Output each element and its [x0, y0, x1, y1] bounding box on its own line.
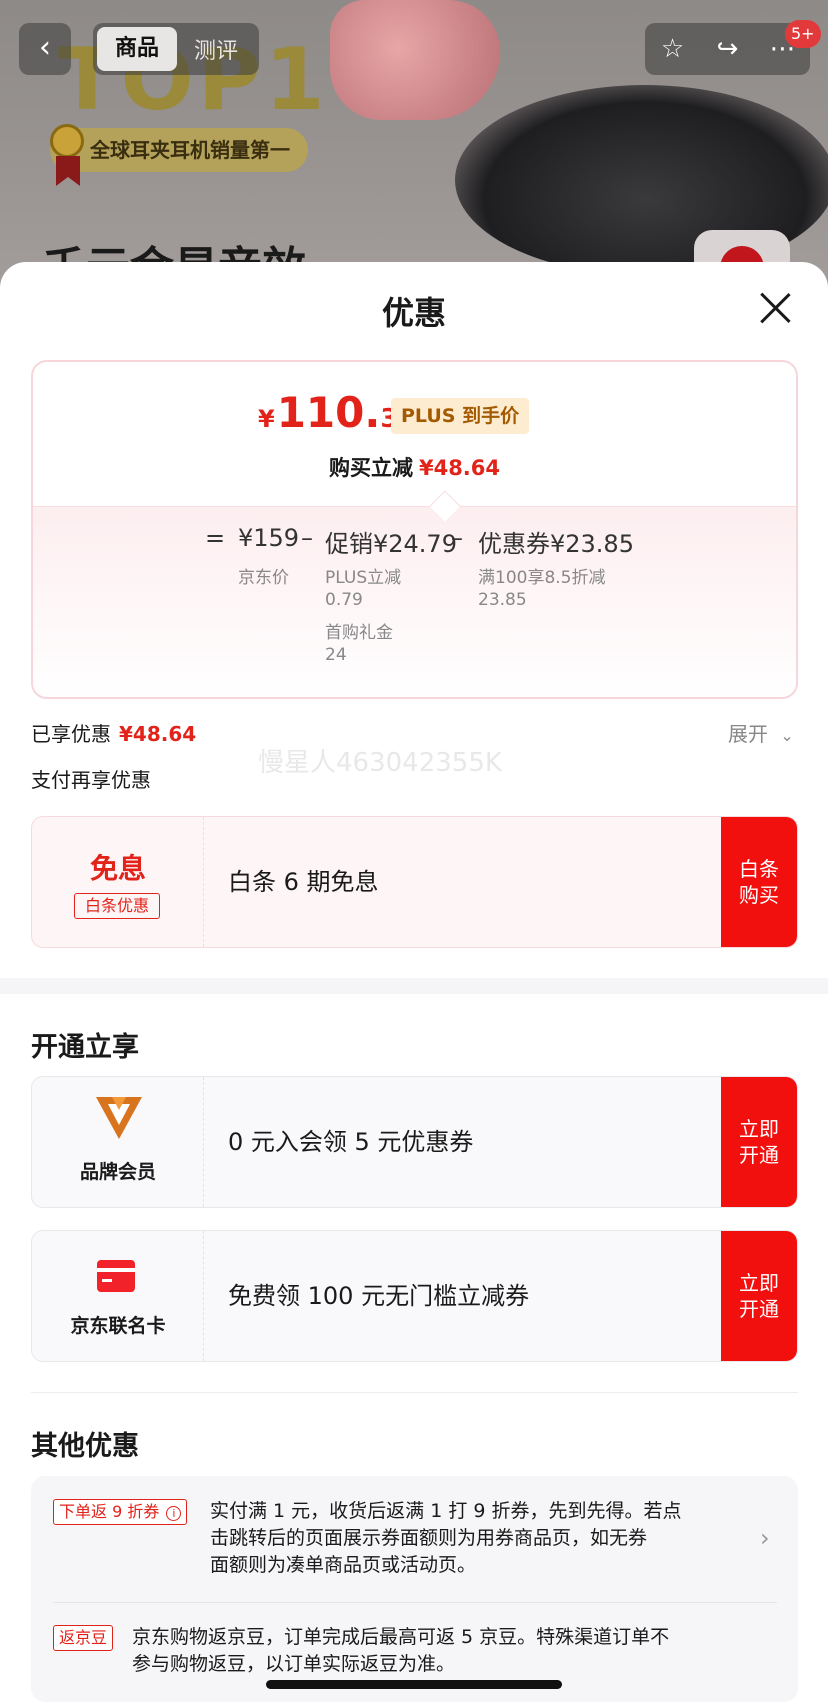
- info-icon[interactable]: i: [166, 1506, 182, 1521]
- save-line: 购买立减 ¥48.64: [33, 452, 796, 482]
- share-icon[interactable]: ↪: [708, 34, 748, 64]
- text-line: 击跳转后的页面展示券面额则为用券商品页，如无券: [210, 1527, 648, 1549]
- offer-badge-area: 免息 白条优惠: [32, 817, 204, 947]
- top-tab-switch: 商品 测评: [93, 23, 259, 75]
- open-section-title: 开通立享: [31, 1032, 139, 1063]
- cta-line: 立即: [739, 1271, 779, 1295]
- chevron-down-icon: ⌄: [780, 726, 794, 745]
- medal-icon: [50, 124, 84, 158]
- expand-toggle[interactable]: 展开 ⌄: [728, 718, 794, 747]
- other-section-title: 其他优惠: [31, 1431, 139, 1462]
- save-label: 购买立减: [328, 456, 413, 480]
- promo-detail-plus-label: PLUS立减: [325, 568, 402, 588]
- promo-detail-first-value: 24: [325, 645, 347, 665]
- message-badge: 5+: [785, 20, 821, 48]
- baitiao-offer-card: 免息 白条优惠 白条 6 期免息 白条 购买: [31, 816, 798, 948]
- award-banner: 全球耳夹耳机销量第一: [50, 128, 308, 172]
- formula-equals: =: [205, 524, 226, 552]
- cta-line: 白条: [739, 857, 779, 881]
- formula-minus: –: [451, 524, 463, 552]
- coupon-detail-value: 23.85: [478, 590, 527, 610]
- earbud-image: [330, 0, 500, 120]
- baitiao-tag: 白条优惠: [74, 893, 160, 919]
- tab-product[interactable]: 商品: [97, 27, 177, 71]
- tag-label: 下单返 9 折券: [59, 1502, 160, 1521]
- offer-badge-area: 京东联名卡: [32, 1231, 204, 1361]
- enjoyed-label: 已享优惠: [31, 722, 111, 746]
- cta-line: 购买: [739, 883, 779, 907]
- discount-sheet: 优惠 ¥ 110. 36 PLUS 到手价 购买立减¥48.64 = ¥159 …: [0, 262, 828, 1702]
- save-value: ¥48.64: [418, 456, 501, 480]
- text-line: 面额则为凑单商品页或活动页。: [210, 1554, 477, 1576]
- back-button[interactable]: ‹: [19, 23, 71, 75]
- jd-bean-tag: 返京豆: [53, 1625, 114, 1651]
- brand-v-logo-icon: [96, 1097, 142, 1139]
- text-line: 参与购物返豆，以订单实际返豆为准。: [132, 1653, 456, 1675]
- cta-line: 立即: [739, 1117, 779, 1141]
- text-line: 京东购物返京豆，订单完成后最高可返 5 京豆。特殊渠道订单不: [132, 1626, 670, 1648]
- offer-badge-area: 品牌会员: [32, 1077, 204, 1207]
- tab-review[interactable]: 测评: [177, 33, 255, 65]
- coupon-detail-label: 满100享8.5折减: [478, 568, 606, 588]
- section-divider: [0, 978, 828, 994]
- enjoyed-discount: 已享优惠 ¥48.64: [31, 718, 196, 747]
- watermark: 慢星人463042355K: [258, 748, 502, 778]
- brand-member-card: 品牌会员 0 元入会领 5 元优惠券 立即 开通: [31, 1076, 798, 1208]
- offer-description: 免费领 100 元无门槛立减券: [228, 1282, 530, 1310]
- enjoyed-value: ¥48.64: [119, 722, 197, 746]
- baitiao-buy-button[interactable]: 白条 购买: [721, 817, 797, 947]
- star-icon[interactable]: ☆: [653, 34, 693, 64]
- formula-base-price: ¥159: [238, 524, 300, 552]
- credit-card-icon: [97, 1260, 135, 1292]
- home-indicator[interactable]: [266, 1680, 562, 1689]
- divider: [53, 1602, 777, 1603]
- expand-label: 展开: [728, 722, 768, 746]
- jd-card-label: 京东联名卡: [70, 1315, 166, 1337]
- interest-free-label: 免息: [89, 852, 146, 885]
- rebate-coupon-tag: 下单返 9 折券 i: [53, 1499, 188, 1525]
- close-icon[interactable]: [758, 290, 792, 324]
- promo-detail-plus-value: 0.79: [325, 590, 363, 610]
- brand-member-label: 品牌会员: [79, 1161, 156, 1183]
- cta-line: 开通: [739, 1143, 779, 1167]
- jd-bean-text: 京东购物返京豆，订单完成后最高可返 5 京豆。特殊渠道订单不 参与购物返豆，以订…: [132, 1624, 669, 1678]
- pay-section-title: 支付再享优惠: [31, 768, 151, 792]
- plus-price-tag: PLUS 到手价: [391, 398, 530, 434]
- chevron-left-icon: ‹: [39, 30, 51, 65]
- rebate-coupon-text[interactable]: 实付满 1 元，收货后返满 1 打 9 折券，先到先得。若点 击跳转后的页面展示…: [210, 1498, 682, 1579]
- chevron-right-icon[interactable]: ›: [760, 1524, 770, 1552]
- formula-promo: 促销¥24.79: [325, 530, 457, 558]
- offer-description: 0 元入会领 5 元优惠券: [228, 1128, 474, 1156]
- open-card-button[interactable]: 立即 开通: [721, 1231, 797, 1361]
- price-summary-card: ¥ 110. 36 PLUS 到手价 购买立减¥48.64 = ¥159 – 促…: [31, 360, 798, 699]
- text-line: 实付满 1 元，收货后返满 1 打 9 折券，先到先得。若点: [210, 1500, 682, 1522]
- ribbon-icon: [56, 156, 80, 186]
- cta-line: 开通: [739, 1297, 779, 1321]
- formula-coupon: 优惠券¥23.85: [478, 530, 634, 558]
- offer-description: 白条 6 期免息: [228, 868, 379, 896]
- price-currency: ¥: [258, 405, 275, 433]
- sheet-title: 优惠: [381, 294, 446, 332]
- divider: [31, 1392, 798, 1393]
- base-price-label: 京东价: [238, 568, 289, 588]
- price-integer: 110.: [276, 388, 381, 437]
- formula-minus: –: [301, 524, 313, 552]
- promo-detail-first-label: 首购礼金: [325, 623, 393, 643]
- jd-card-offer: 京东联名卡 免费领 100 元无门槛立减券 立即 开通: [31, 1230, 798, 1362]
- open-member-button[interactable]: 立即 开通: [721, 1077, 797, 1207]
